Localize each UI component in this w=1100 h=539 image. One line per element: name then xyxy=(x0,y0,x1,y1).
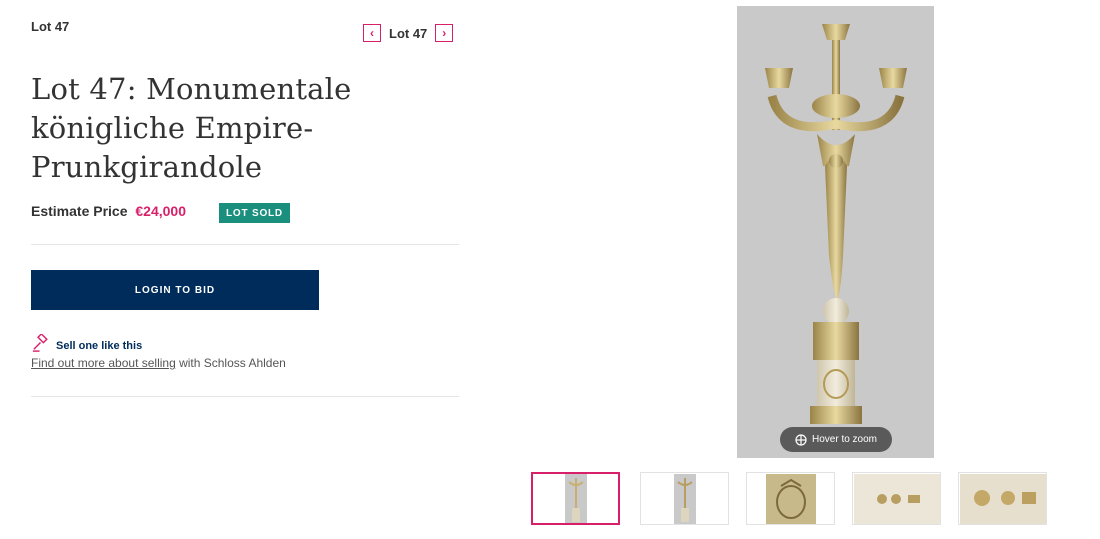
sell-label: Sell one like this xyxy=(56,340,143,352)
login-to-bid-button[interactable]: LOGIN TO BID xyxy=(31,270,319,310)
divider xyxy=(31,396,459,397)
lot-main-image[interactable] xyxy=(737,6,934,458)
prev-lot-button[interactable]: ‹ xyxy=(363,24,381,42)
estimate-value: €24,000 xyxy=(135,203,186,219)
divider xyxy=(31,244,459,245)
hover-to-zoom: Hover to zoom xyxy=(780,427,892,452)
find-out-more-link[interactable]: Find out more about selling xyxy=(31,356,176,370)
next-lot-button[interactable]: › xyxy=(435,24,454,42)
thumbnail-1[interactable] xyxy=(531,472,620,525)
estimate-price: Estimate Price €24,000 xyxy=(31,203,186,219)
thumbnail-2[interactable] xyxy=(640,472,729,525)
page-title: Lot 47: Monumentale königliche Empire-Pr… xyxy=(31,72,352,184)
thumbnail-4[interactable] xyxy=(852,472,941,525)
sell-one-like-this[interactable]: Sell one like this xyxy=(31,332,143,358)
selling-info: Find out more about selling with Schloss… xyxy=(31,356,286,370)
zoom-label: Hover to zoom xyxy=(811,434,878,445)
thumbnail-5[interactable] xyxy=(958,472,1047,525)
lot-nav-label: Lot 47 xyxy=(389,25,428,41)
status-badge: LOT SOLD xyxy=(219,203,290,223)
estimate-label: Estimate Price xyxy=(31,203,128,219)
thumbnail-3[interactable] xyxy=(746,472,835,525)
gavel-icon xyxy=(31,332,50,358)
chevron-left-icon: ‹ xyxy=(370,26,374,40)
selling-suffix: with Schloss Ahlden xyxy=(175,356,286,370)
crosshair-icon xyxy=(795,433,807,446)
lot-navigation: ‹ Lot 47 › xyxy=(363,24,454,42)
lot-number: Lot 47 xyxy=(31,19,70,34)
chevron-right-icon: › xyxy=(442,26,447,40)
